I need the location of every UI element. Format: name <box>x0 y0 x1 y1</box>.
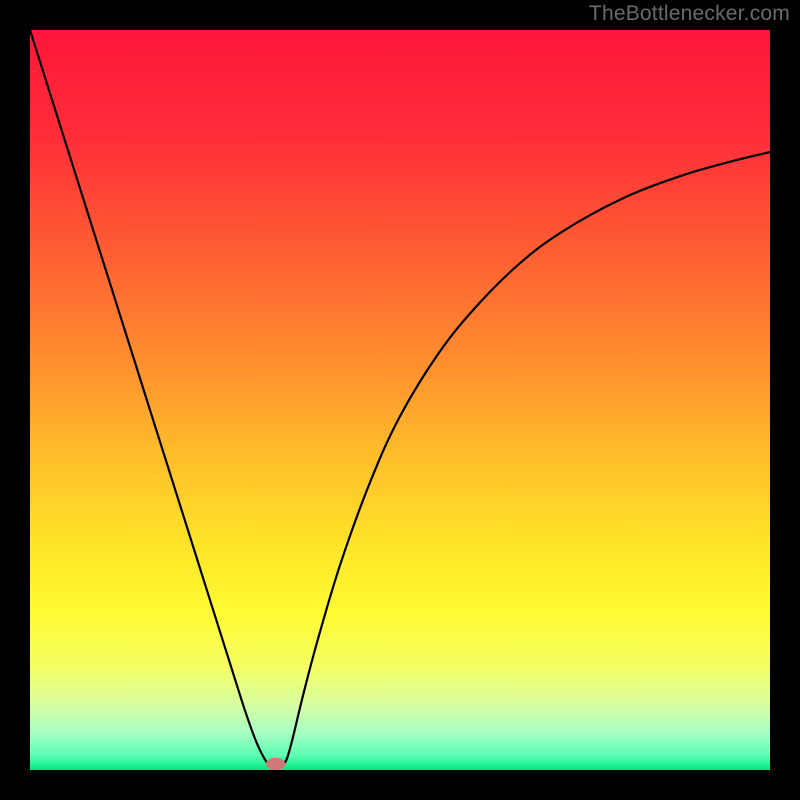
gradient-background <box>30 30 770 770</box>
bottleneck-chart <box>30 30 770 770</box>
plot-area <box>30 30 770 770</box>
optimal-marker <box>266 758 285 770</box>
chart-frame: TheBottlenecker.com <box>0 0 800 800</box>
watermark-text: TheBottlenecker.com <box>589 2 790 26</box>
